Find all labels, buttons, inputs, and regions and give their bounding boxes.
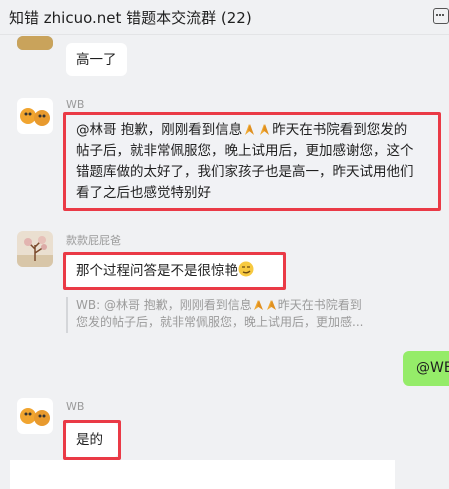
message-line: @林哥 抱歉，刚刚看到信息	[76, 122, 243, 138]
message-line: 帖子后，就非常佩服您，晚上试用后，更加感谢您，这个	[76, 143, 414, 159]
praying-hands-icon	[252, 298, 265, 311]
sender-name: WB	[66, 400, 85, 413]
highlight-box: @林哥 抱歉，刚刚看到信息 昨天在书院看到您发的 帖子后，就非常佩服您，晚上试用后…	[63, 112, 441, 211]
chat-header: 知错 zhicuo.net 错题本交流群 (22)	[0, 0, 449, 35]
quoted-reply[interactable]: WB: @林哥 抱歉，刚刚看到信息 昨天在书院看到 您发的帖子后，就非常佩服您，晚…	[66, 297, 380, 333]
sender-name: 款款屁屁爸	[66, 234, 121, 247]
smirk-face-icon	[238, 261, 254, 277]
quote-text: WB: @林哥 抱歉，刚刚看到信息	[76, 298, 252, 312]
quote-text: 昨天在书院看到	[277, 298, 362, 312]
own-message-bubble: @WB	[403, 351, 449, 386]
message-bubble: 那个过程问答是不是很惊艳	[66, 255, 283, 287]
highlight-box: 是的	[63, 420, 121, 460]
chat-more-icon[interactable]	[433, 8, 449, 24]
quote-text: 您发的帖子后，就非常佩服您，晚上试用后，更加感...	[76, 315, 364, 329]
praying-hands-icon	[257, 121, 272, 136]
message-bubble: 是的	[66, 423, 118, 457]
message-bubble: 高一了	[66, 43, 127, 76]
message-line: 看了之后也感觉特别好	[76, 185, 211, 201]
praying-hands-icon	[242, 121, 257, 136]
group-title: 知错 zhicuo.net 错题本交流群 (22)	[9, 9, 252, 27]
praying-hands-icon	[265, 298, 278, 311]
sender-name: WB	[66, 98, 85, 111]
avatar-wb[interactable]	[17, 98, 53, 134]
avatar-wb[interactable]	[17, 398, 53, 434]
highlight-box: 那个过程问答是不是很惊艳	[63, 252, 286, 290]
avatar[interactable]	[17, 36, 53, 50]
message-text: 那个过程问答是不是很惊艳	[76, 263, 238, 279]
message-line: 错题库做的太好了，我们家孩子也是高一，昨天试用他们	[76, 164, 414, 180]
avatar-kuankuan[interactable]	[17, 231, 53, 267]
message-bubble: @林哥 抱歉，刚刚看到信息 昨天在书院看到您发的 帖子后，就非常佩服您，晚上试用后…	[66, 115, 438, 208]
message-input-area[interactable]	[10, 460, 395, 489]
message-line: 昨天在书院看到您发的	[272, 122, 408, 138]
